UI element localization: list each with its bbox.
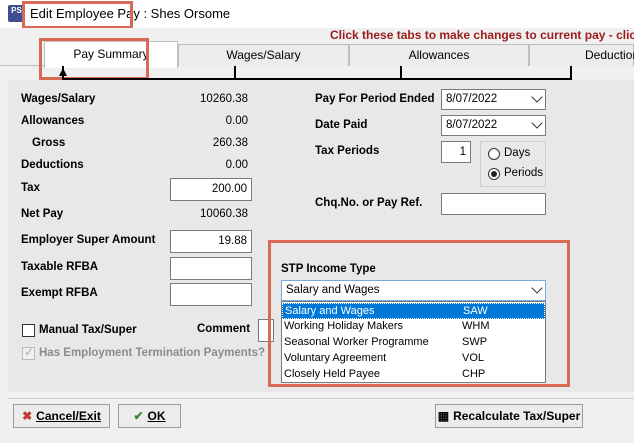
- stp-dropdown-list: Salary and Wages SAW Working Holiday Make…: [281, 301, 546, 383]
- exempt-rfba-input[interactable]: [170, 283, 252, 306]
- tab-wages-salary[interactable]: Wages/Salary: [178, 44, 349, 66]
- days-label: Days: [504, 147, 531, 159]
- title-highlight-box: [22, 1, 133, 29]
- cancel-button[interactable]: ✖ Cancel/Exit: [13, 404, 110, 428]
- allowances-label: Allowances: [21, 115, 85, 127]
- employer-super-input[interactable]: 19.88: [170, 230, 252, 253]
- net-pay-value: 10060.38: [170, 205, 252, 224]
- stp-option-chp[interactable]: Closely Held Payee CHP: [282, 367, 545, 383]
- gross-value: 260.38: [170, 134, 252, 153]
- period-ended-label: Pay For Period Ended: [315, 93, 435, 105]
- tax-input[interactable]: 200.00: [170, 178, 252, 201]
- period-ended-value: 8/07/2022: [446, 93, 498, 105]
- ok-button[interactable]: ✔ OK: [118, 404, 181, 428]
- manual-tax-label: Manual Tax/Super: [39, 324, 137, 336]
- stp-option-saw[interactable]: Salary and Wages SAW: [282, 303, 545, 319]
- taxable-rfba-input[interactable]: [170, 257, 252, 280]
- taxable-rfba-label: Taxable RFBA: [21, 261, 99, 273]
- days-radio[interactable]: [488, 148, 500, 160]
- exempt-rfba-label: Exempt RFBA: [21, 287, 98, 299]
- gross-label: Gross: [32, 137, 66, 149]
- tax-periods-label: Tax Periods: [315, 145, 380, 157]
- period-ended-select[interactable]: 8/07/2022: [441, 89, 546, 110]
- tab-allowances[interactable]: Allowances: [349, 44, 529, 66]
- tax-periods-input[interactable]: 1: [441, 141, 471, 163]
- bracket-tick: [400, 66, 402, 80]
- allowances-value: 0.00: [170, 112, 252, 131]
- stp-option-whm[interactable]: Working Holiday Makers WHM: [282, 319, 545, 335]
- manual-tax-checkbox[interactable]: [22, 324, 35, 337]
- bracket-tick: [234, 66, 236, 80]
- date-paid-label: Date Paid: [315, 119, 368, 131]
- stp-option-vol[interactable]: Voluntary Agreement VOL: [282, 351, 545, 367]
- chevron-down-icon: [531, 117, 543, 129]
- etp-checkbox[interactable]: ✓: [22, 345, 35, 360]
- deductions-label: Deductions: [21, 159, 84, 171]
- date-paid-value: 8/07/2022: [446, 119, 498, 131]
- tab-hint-text: Click these tabs to make changes to curr…: [330, 28, 634, 42]
- chq-label: Chq.No. or Pay Ref.: [315, 197, 423, 209]
- date-paid-select[interactable]: 8/07/2022: [441, 115, 546, 136]
- checkmark-icon: ✔: [133, 409, 144, 423]
- checkmark-icon: ✓: [24, 345, 35, 359]
- net-pay-label: Net Pay: [21, 208, 64, 220]
- stp-select[interactable]: Salary and Wages: [281, 280, 546, 301]
- recalculate-button[interactable]: ▦ Recalculate Tax/Super: [435, 404, 583, 428]
- calculator-icon: ▦: [437, 409, 450, 423]
- employer-super-label: Employer Super Amount: [21, 234, 156, 246]
- deductions-value: 0.00: [170, 156, 252, 175]
- stp-option-swp[interactable]: Seasonal Worker Programme SWP: [282, 335, 545, 351]
- tab-deductions[interactable]: Deduction: [529, 44, 634, 66]
- tabs-bracket: [62, 66, 572, 80]
- periods-label: Periods: [504, 167, 543, 179]
- chq-input[interactable]: [441, 193, 546, 215]
- stp-label: STP Income Type: [281, 263, 376, 275]
- chevron-down-icon: [531, 282, 543, 294]
- wages-label: Wages/Salary: [21, 93, 96, 105]
- arrow-up-icon: [59, 68, 67, 76]
- close-icon: ✖: [22, 409, 33, 423]
- etp-label: Has Employment Termination Payments?: [39, 347, 266, 359]
- periods-radio[interactable]: [488, 168, 500, 180]
- chevron-down-icon: [531, 91, 543, 103]
- stp-selected-value: Salary and Wages: [286, 284, 380, 296]
- wages-value: 10260.38: [170, 90, 252, 109]
- tax-label: Tax: [21, 182, 40, 194]
- comment-label: Comment: [197, 323, 251, 335]
